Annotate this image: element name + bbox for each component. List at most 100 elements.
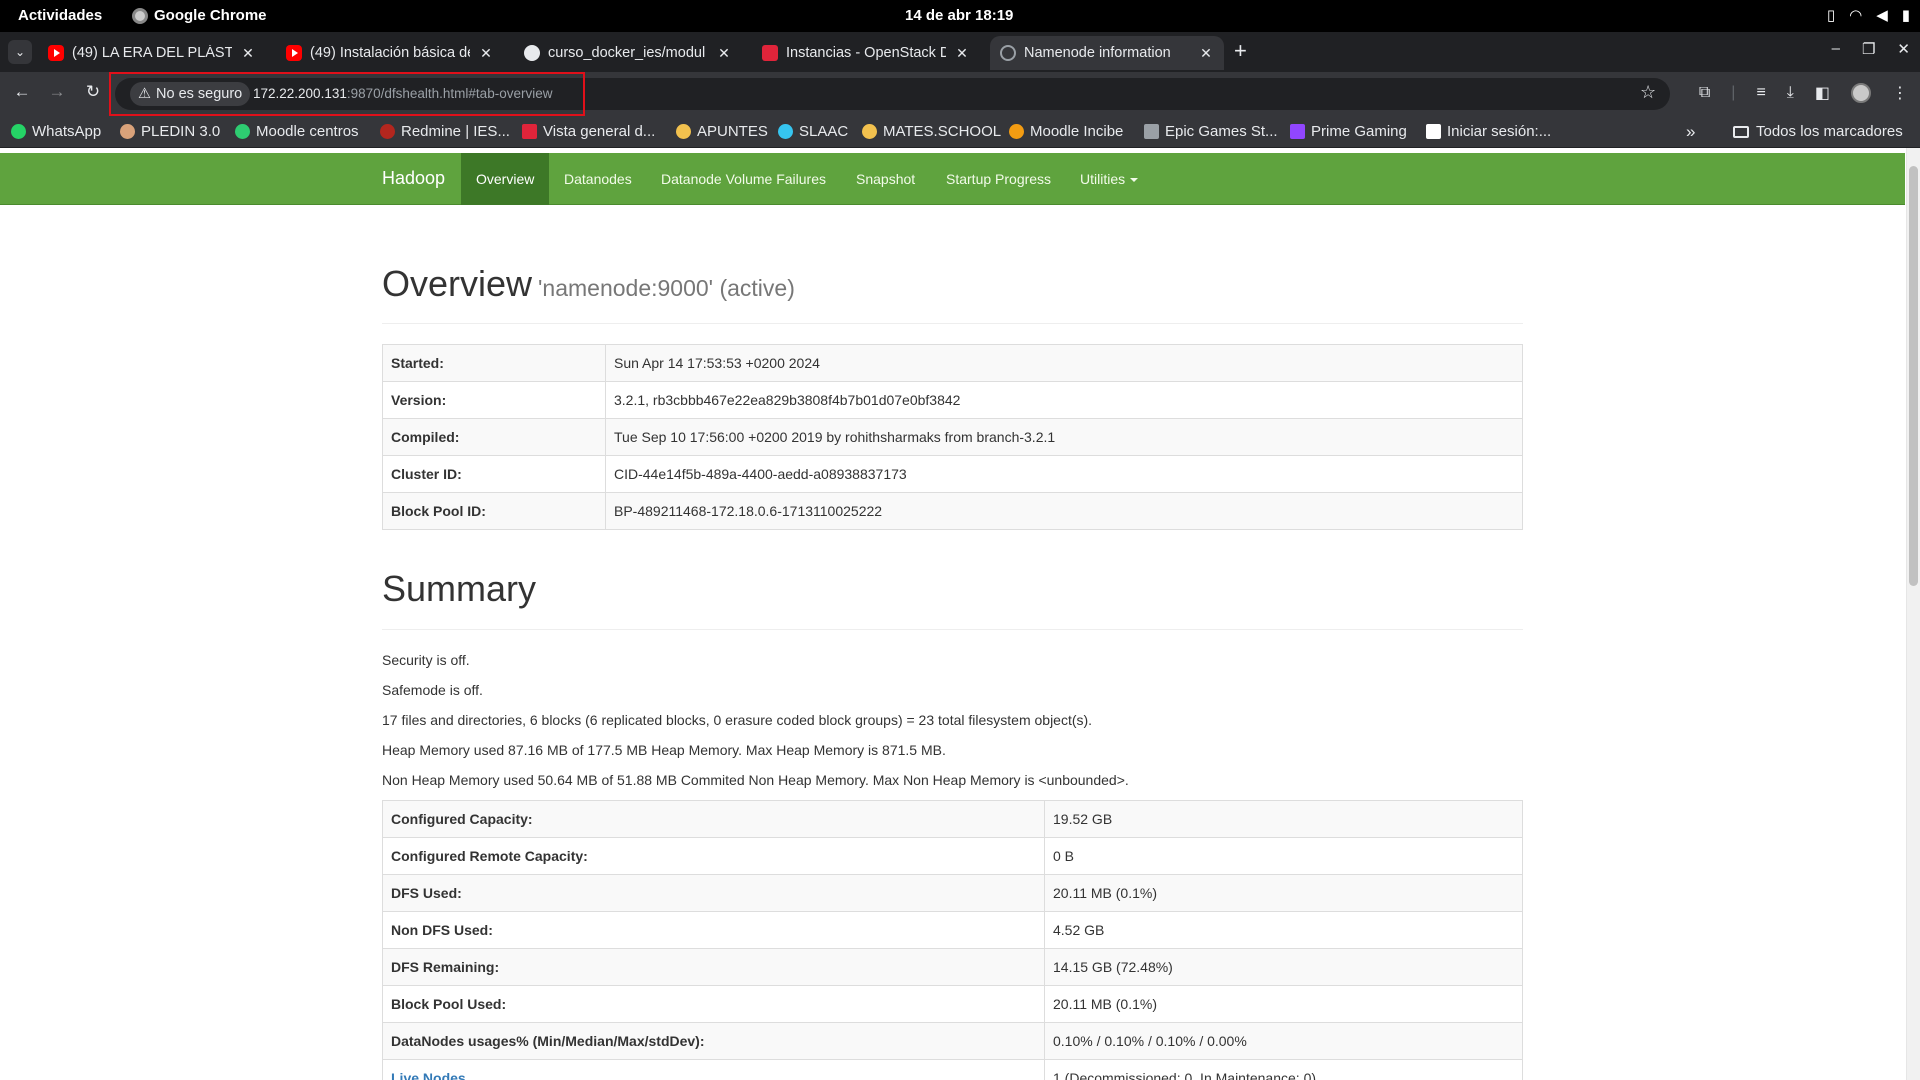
- table-row: Compiled: Tue Sep 10 17:56:00 +0200 2019 …: [382, 418, 1523, 456]
- bookmark-redmine[interactable]: Redmine | IES...: [380, 123, 510, 140]
- bookmark-vista-general[interactable]: Vista general d...: [522, 123, 655, 140]
- redmine-icon: [380, 124, 395, 139]
- bookmark-iniciar-sesion[interactable]: Iniciar sesión:...: [1426, 123, 1551, 140]
- bookmark-label: SLAAC: [799, 123, 849, 140]
- app-menu[interactable]: Google Chrome: [132, 7, 267, 24]
- table-row: Block Pool ID: BP-489211468-172.18.0.6-17…: [382, 492, 1523, 530]
- row-value: 19.52 GB: [1044, 800, 1523, 838]
- scrollbar-thumb[interactable]: [1909, 166, 1918, 586]
- new-tab-icon[interactable]: +: [1234, 38, 1247, 64]
- close-tab-icon[interactable]: ✕: [716, 45, 732, 62]
- tab-strip: ⌄ (49) LA ERA DEL PLÁSTIC ✕ (49) Instala…: [0, 32, 1920, 72]
- mates-icon: [862, 124, 877, 139]
- table-row: Cluster ID: CID-44e14f5b-489a-4400-aedd-a…: [382, 455, 1523, 493]
- bookmark-slaac[interactable]: SLAAC: [778, 123, 848, 140]
- row-value: 14.15 GB (72.48%): [1044, 948, 1523, 986]
- row-key: DFS Used:: [382, 874, 1045, 912]
- menu-kebab-icon[interactable]: ⋮: [1892, 83, 1908, 103]
- download-icon[interactable]: ⤓: [1787, 84, 1794, 102]
- summary-line-nonheap: Non Heap Memory used 50.64 MB of 51.88 M…: [382, 772, 1129, 788]
- tab-title: Instancias - OpenStack D: [786, 45, 946, 61]
- row-value: Tue Sep 10 17:56:00 +0200 2019 by rohith…: [605, 418, 1523, 456]
- minimize-icon[interactable]: –: [1832, 40, 1840, 58]
- close-tab-icon[interactable]: ✕: [240, 45, 256, 62]
- close-tab-icon[interactable]: ✕: [1198, 45, 1214, 62]
- row-key: Configured Capacity:: [382, 800, 1045, 838]
- reading-list-icon[interactable]: ≡: [1756, 84, 1765, 102]
- overview-title: Overview: [382, 263, 533, 304]
- nav-datanode-volume-failures[interactable]: Datanode Volume Failures: [646, 153, 841, 205]
- tab-3[interactable]: Instancias - OpenStack D ✕: [752, 36, 980, 70]
- all-bookmarks-folder[interactable]: Todos los marcadores: [1733, 123, 1903, 140]
- bookmark-mates-school[interactable]: MATES.SCHOOL: [862, 123, 1001, 140]
- live-nodes-link[interactable]: Live Nodes: [391, 1070, 466, 1080]
- close-tab-icon[interactable]: ✕: [478, 45, 494, 62]
- annotation-highlight-box: [109, 72, 585, 116]
- bookmark-moodle-incibe[interactable]: Moodle Incibe: [1009, 123, 1123, 140]
- side-panel-icon[interactable]: ◧: [1815, 83, 1830, 103]
- maximize-icon[interactable]: ❐: [1862, 40, 1875, 58]
- system-top-bar: Actividades Google Chrome 14 de abr 18:1…: [0, 0, 1920, 32]
- row-value: 1 (Decommissioned: 0, In Maintenance: 0): [1044, 1059, 1523, 1080]
- system-tray[interactable]: ▯ ◠ ◀ ▮: [1827, 6, 1910, 24]
- bookmark-prime-gaming[interactable]: Prime Gaming: [1290, 123, 1407, 140]
- pledin-icon: [120, 124, 135, 139]
- back-arrow-icon[interactable]: ←: [10, 82, 34, 102]
- bookmark-label: Vista general d...: [543, 123, 656, 140]
- bookmark-moodle-centros[interactable]: Moodle centros: [235, 123, 359, 140]
- bookmark-pledin[interactable]: PLEDIN 3.0: [120, 123, 220, 140]
- clipboard-icon[interactable]: ▯: [1827, 6, 1835, 24]
- table-row: Started: Sun Apr 14 17:53:53 +0200 2024: [382, 344, 1523, 382]
- tab-4-active[interactable]: Namenode information ✕: [990, 36, 1224, 70]
- tab-search-button[interactable]: ⌄: [8, 40, 32, 64]
- whatsapp-icon: [11, 124, 26, 139]
- more-bookmarks-icon[interactable]: »: [1686, 122, 1695, 142]
- nav-startup-progress[interactable]: Startup Progress: [931, 153, 1066, 205]
- close-tab-icon[interactable]: ✕: [954, 45, 970, 62]
- tab-title: curso_docker_ies/modul: [548, 45, 706, 61]
- divider: [382, 323, 1523, 324]
- crown-icon: [1290, 124, 1305, 139]
- nav-utilities-dropdown[interactable]: Utilities: [1065, 153, 1153, 205]
- table-row: Block Pool Used: 20.11 MB (0.1%): [382, 985, 1523, 1023]
- summary-line-safemode: Safemode is off.: [382, 682, 483, 698]
- home-icon: [676, 124, 691, 139]
- hadoop-brand[interactable]: Hadoop: [382, 168, 445, 189]
- row-key: Compiled:: [382, 418, 606, 456]
- extensions-icon[interactable]: ⧉: [1699, 84, 1710, 102]
- youtube-icon: [48, 45, 64, 61]
- openstack-icon: [762, 45, 778, 61]
- window-controls: – ❐ ✕: [1832, 40, 1910, 58]
- activities-button[interactable]: Actividades: [18, 7, 102, 24]
- profile-avatar[interactable]: [1851, 83, 1871, 103]
- nav-snapshot[interactable]: Snapshot: [841, 153, 930, 205]
- row-key: Version:: [382, 381, 606, 419]
- tab-title: (49) Instalación básica de: [310, 45, 470, 61]
- forward-arrow-icon[interactable]: →: [45, 82, 69, 102]
- row-key: Block Pool ID:: [382, 492, 606, 530]
- tab-0[interactable]: (49) LA ERA DEL PLÁSTIC ✕: [38, 36, 266, 70]
- nav-overview[interactable]: Overview: [461, 153, 550, 205]
- tab-2[interactable]: curso_docker_ies/modul ✕: [514, 36, 742, 70]
- reload-icon[interactable]: ↻: [81, 82, 105, 102]
- bookmark-apuntes[interactable]: APUNTES: [676, 123, 768, 140]
- bookmark-whatsapp[interactable]: WhatsApp: [11, 123, 101, 140]
- row-value: 3.2.1, rb3cbbb467e22ea829b3808f4b7b01d07…: [605, 381, 1523, 419]
- summary-line-security: Security is off.: [382, 652, 470, 668]
- bookmarks-bar: WhatsApp PLEDIN 3.0 Moodle centros Redmi…: [0, 116, 1920, 148]
- summary-heading: Summary: [382, 568, 537, 609]
- page-scrollbar[interactable]: [1906, 148, 1920, 1080]
- tab-title: Namenode information: [1024, 45, 1171, 61]
- bookmark-epic-games[interactable]: Epic Games St...: [1144, 123, 1278, 140]
- bookmark-label: Iniciar sesión:...: [1447, 123, 1552, 140]
- close-window-icon[interactable]: ✕: [1897, 40, 1910, 58]
- bookmark-star-icon[interactable]: ☆: [1640, 82, 1656, 103]
- overview-heading: Overview'namenode:9000' (active): [382, 263, 795, 305]
- nav-utilities-label: Utilities: [1080, 171, 1126, 187]
- row-value: Sun Apr 14 17:53:53 +0200 2024: [605, 344, 1523, 382]
- row-key: Started:: [382, 344, 606, 382]
- openstack-icon: [522, 124, 537, 139]
- tab-1[interactable]: (49) Instalación básica de ✕: [276, 36, 504, 70]
- nav-datanodes[interactable]: Datanodes: [549, 153, 647, 205]
- clock[interactable]: 14 de abr 18:19: [905, 7, 1013, 24]
